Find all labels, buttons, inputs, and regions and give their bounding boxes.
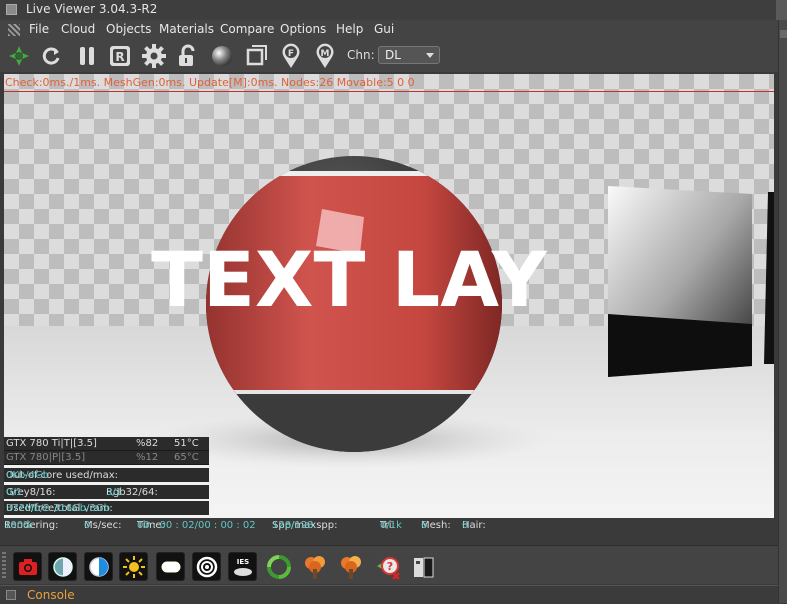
no-object-icon[interactable]: ? — [373, 552, 402, 581]
channel-select[interactable]: DL — [378, 46, 440, 64]
contrast-icon[interactable] — [48, 552, 77, 581]
menu-gui[interactable]: Gui — [374, 22, 394, 36]
contrast-blue-icon[interactable] — [84, 552, 113, 581]
focus-picker-icon[interactable]: F — [278, 42, 304, 70]
rgb-value: 3/1 — [106, 487, 123, 498]
spp-value: 128/128 — [272, 520, 314, 531]
svg-text:M: M — [321, 49, 330, 59]
gpu-temp: 65°C — [174, 452, 199, 463]
ies-label: IES — [236, 558, 248, 566]
gpu-row-2: GTX 780|P|[3.5] %12 65°C — [4, 451, 209, 465]
svg-text:R: R — [115, 50, 124, 64]
console-toggle[interactable] — [6, 590, 16, 600]
gpu-row-1: GTX 780 Ti|T|[3.5] %82 51°C — [4, 437, 209, 451]
scroll-arrow-icon[interactable] — [780, 30, 787, 38]
menu-file[interactable]: File — [29, 22, 49, 36]
menu-cloud[interactable]: Cloud — [61, 22, 95, 36]
sun-icon[interactable] — [119, 552, 148, 581]
menu-materials[interactable]: Materials — [159, 22, 214, 36]
object-toolbar: IES ? — [0, 545, 778, 584]
console-bar[interactable]: Console — [0, 585, 778, 604]
recompile-icon[interactable]: R — [107, 42, 133, 70]
mesh-value: 6 — [421, 520, 428, 531]
vram-row: Used/free/total vram: 372Mb/2.316Gb/3Gb — [4, 501, 209, 515]
vram-value: 372Mb/2.316Gb/3Gb — [6, 503, 110, 514]
area-light-icon[interactable] — [156, 552, 185, 581]
gpu-load: %82 — [136, 438, 159, 449]
channel-label: Chn: — [347, 48, 375, 62]
channel-value: DL — [385, 48, 401, 62]
menu-help[interactable]: Help — [336, 22, 363, 36]
camera-icon[interactable] — [13, 552, 42, 581]
menu-grip-icon[interactable] — [8, 24, 20, 36]
menu-compare[interactable]: Compare — [220, 22, 274, 36]
toolbar-grip-icon[interactable] — [2, 552, 6, 578]
out-of-core-row: Out-of-core used/max: 0Kb/4Gb — [4, 468, 209, 482]
gpu-name: GTX 780|P|[3.5] — [6, 452, 86, 463]
lock-icon[interactable] — [174, 42, 200, 70]
book-icon[interactable] — [409, 552, 438, 581]
target-light-icon[interactable] — [192, 552, 221, 581]
gpu-temp: 51°C — [174, 438, 199, 449]
menu-objects[interactable]: Objects — [106, 22, 151, 36]
material-ball-icon[interactable] — [209, 42, 235, 70]
console-label: Console — [27, 588, 75, 602]
recycle-icon[interactable] — [264, 552, 293, 581]
status-line: Check:0ms./1ms. MeshGen:0ms. Update[M]:0… — [5, 76, 415, 89]
time-value: 00 : 00 : 02/00 : 00 : 02 — [137, 520, 256, 531]
window-title: Live Viewer 3.04.3-R2 — [26, 2, 158, 16]
chevron-down-icon — [426, 53, 434, 58]
status-divider — [4, 91, 774, 92]
gpu-name: GTX 780 Ti|T|[3.5] — [6, 438, 97, 449]
menu-bar: File Cloud Objects Materials Compare Opt… — [0, 20, 778, 40]
side-scrollbar[interactable] — [778, 20, 787, 603]
tree-2-icon[interactable] — [336, 552, 365, 581]
ies-light-icon[interactable]: IES — [228, 552, 257, 581]
region-icon[interactable] — [243, 42, 269, 70]
title-bar: Live Viewer 3.04.3-R2 — [0, 0, 787, 21]
app-icon — [6, 4, 17, 15]
gpu-load: %12 — [136, 452, 159, 463]
grey-value: 0/1 — [6, 487, 23, 498]
material-picker-icon[interactable]: M — [312, 42, 338, 70]
window-edge — [776, 0, 787, 20]
settings-icon[interactable] — [141, 42, 167, 70]
tree-icon[interactable] — [300, 552, 329, 581]
texture-count-row: Grey8/16: 0/1 Rgb32/64: 3/1 — [4, 485, 209, 499]
rendering-value: 100% — [4, 520, 33, 531]
pause-icon[interactable] — [74, 42, 100, 70]
restart-icon[interactable] — [38, 42, 64, 70]
hair-value: 0 — [462, 520, 469, 531]
sphere-text: TEXT LAY — [151, 235, 548, 324]
svg-text:?: ? — [386, 560, 392, 573]
render-status-bar: Rendering: 100% Ms/sec: 0 Time: 00 : 00 … — [0, 518, 778, 532]
tri-value: 0/1k — [380, 520, 402, 531]
menu-options[interactable]: Options — [280, 22, 326, 36]
ms-value: 0 — [84, 520, 91, 531]
send-scene-icon[interactable] — [6, 42, 32, 70]
out-of-core-value: 0Kb/4Gb — [6, 470, 50, 481]
svg-text:F: F — [288, 49, 294, 59]
